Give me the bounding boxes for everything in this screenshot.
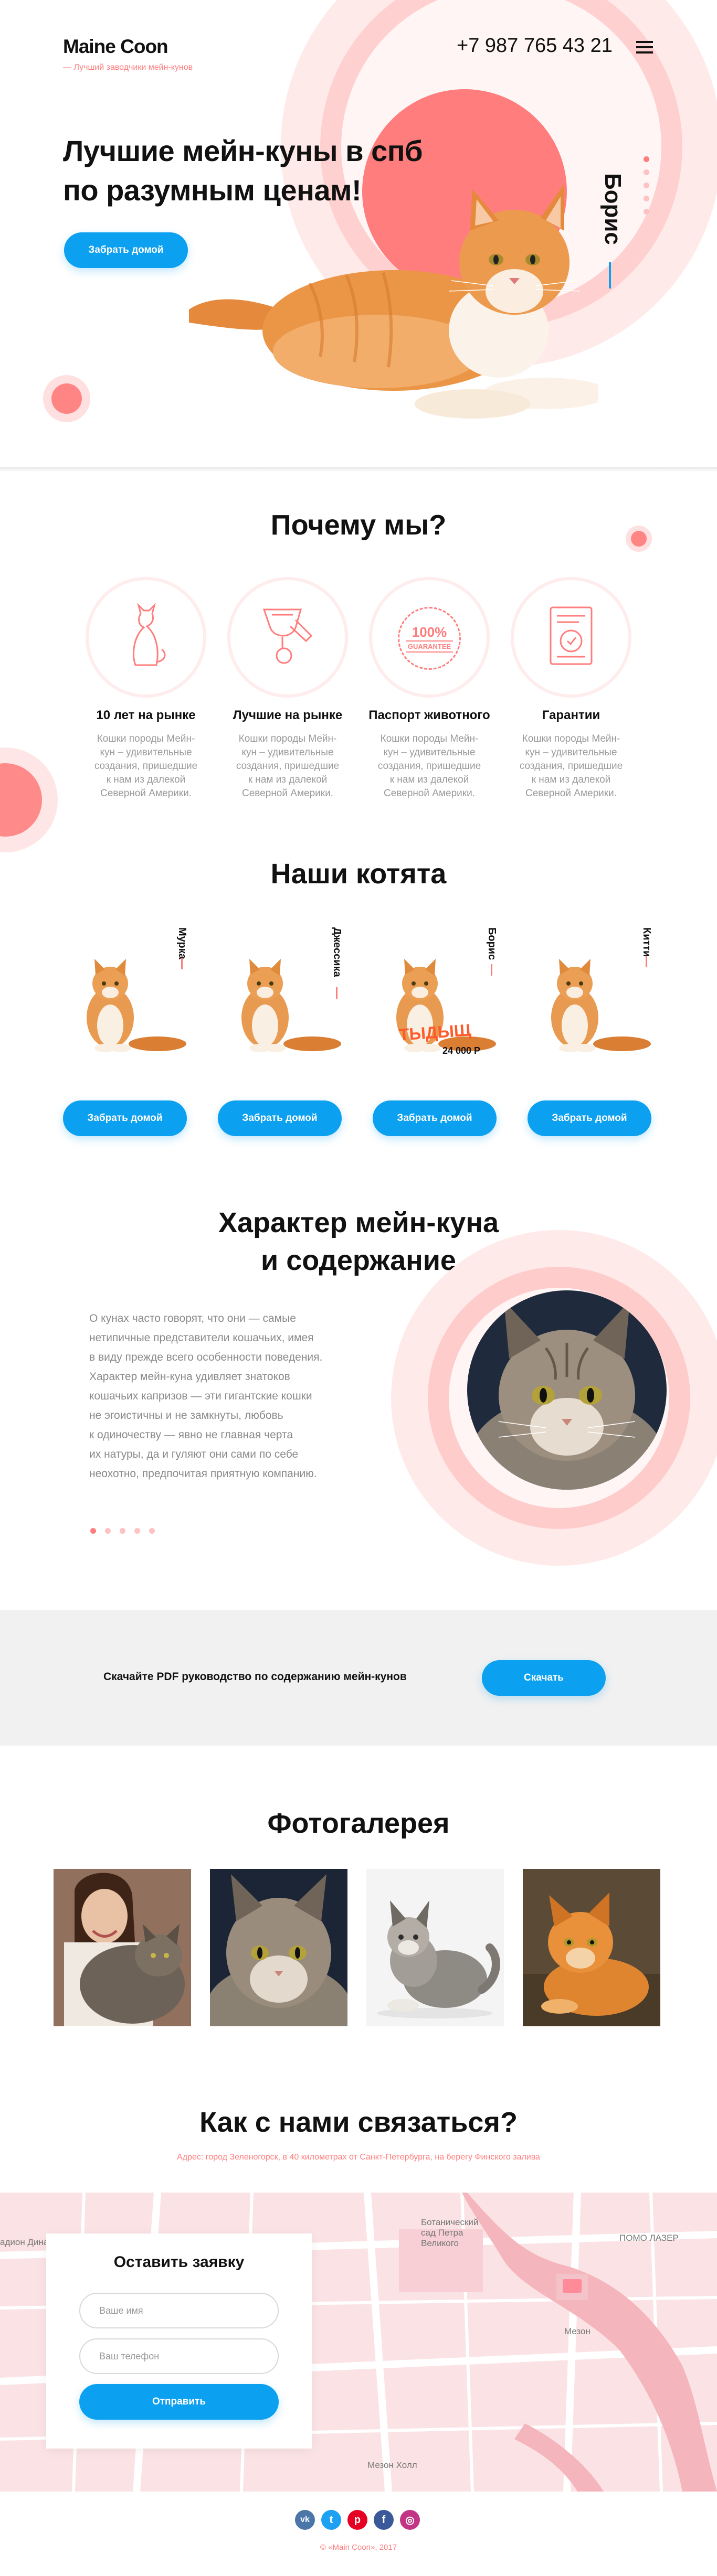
page: Maine Coon — Лучший заводчики мейн-кунов… [0, 0, 717, 2576]
feature-title: Паспорт животного [368, 708, 490, 722]
vk-icon[interactable]: vk [295, 2510, 315, 2530]
kitten-name: Борис [486, 927, 498, 960]
cat-icon [133, 603, 166, 666]
hamburger-icon[interactable] [636, 41, 653, 54]
feature-text: Кошки породы Мейн-кун – удивительные созд… [236, 733, 340, 799]
hero-cat-name-dash [609, 262, 611, 288]
hero-take-home-button[interactable]: Забрать домой [64, 232, 188, 268]
stamp-word: GUARANTEE [405, 640, 454, 653]
hero-cat-image [189, 184, 598, 419]
request-form: Оставить заявку Ваше имя Ваш телефон Отп… [46, 2233, 312, 2449]
form-title: Оставить заявку [113, 2253, 245, 2271]
character-slider-dot[interactable] [149, 1528, 155, 1534]
feature-title: Гарантии [542, 708, 600, 722]
hero-slider-dot[interactable] [644, 169, 649, 175]
character-slider-dot[interactable] [105, 1528, 111, 1534]
why-decor-circle-inner [631, 531, 647, 547]
pinterest-icon[interactable]: p [347, 2510, 367, 2530]
pdf-banner: Скачайте PDF руководство по содержанию м… [0, 1610, 717, 1746]
kitten-price: 24 000 Р [442, 1045, 481, 1056]
gallery-photo-tabby-portrait[interactable] [210, 1869, 347, 2026]
pdf-download-button[interactable]: Скачать [482, 1660, 606, 1696]
contact-title: Как с нами связаться? [199, 2107, 518, 2138]
feature-title: 10 лет на рынке [96, 708, 196, 722]
submit-button[interactable]: Отправить [79, 2384, 279, 2420]
kitten-name: Джессика [331, 927, 343, 977]
hero-small-circle-inner [51, 383, 82, 414]
hero-slider-dot[interactable] [644, 156, 649, 162]
feature-text: Кошки породы Мейн-кун – удивительные созд… [519, 733, 623, 799]
character-slider-dot[interactable] [134, 1528, 140, 1534]
logo[interactable]: Maine Coon [63, 36, 168, 58]
gallery-photo-grey-kitten[interactable] [366, 1869, 504, 2026]
map-label-dino: адион Дина [0, 2237, 49, 2247]
feature-text: Кошки породы Мейн-кун – удивительные созд… [94, 733, 198, 799]
pdf-banner-text: Скачайте PDF руководство по содержанию м… [103, 1671, 407, 1683]
logo-tagline: — Лучший заводчики мейн-кунов [63, 63, 193, 72]
character-slider-dot[interactable] [120, 1528, 125, 1534]
hero-slider-dots [644, 156, 649, 215]
gallery-title: Фотогалерея [267, 1808, 450, 1839]
map-label-garden: Ботанический сад Петра Великого [421, 2217, 479, 2248]
kittens-title: Наши котята [270, 858, 447, 890]
certificate-icon [550, 606, 593, 665]
hero-headline-line1: Лучшие мейн-куны в спб [63, 134, 423, 167]
character-title-line1: Характер мейн-куна [218, 1207, 499, 1238]
kitten-take-home-button[interactable]: Забрать домой [373, 1100, 497, 1136]
feature-title: Лучшие на рынке [233, 708, 343, 722]
copyright: © «Main Coon», 2017 [320, 2543, 397, 2552]
kitten-image [551, 959, 651, 1052]
name-input[interactable]: Ваше имя [79, 2293, 279, 2328]
kitten-image [87, 959, 186, 1052]
contact-address: Адрес: город Зеленогорск, в 40 километра… [177, 2153, 540, 2162]
section-divider [0, 467, 717, 472]
map-label-mezon: Мезон [564, 2326, 591, 2336]
phone-number[interactable]: +7 987 765 43 21 [457, 35, 613, 57]
stamp-percent: 100% [412, 624, 447, 640]
kitten-name: Мурка [176, 927, 188, 959]
kitten-name-dash [336, 987, 338, 999]
instagram-icon[interactable]: ◎ [400, 2510, 420, 2530]
character-slider-dots [90, 1528, 155, 1534]
kitten-name-dash [646, 956, 647, 967]
twitter-icon[interactable]: t [321, 2510, 341, 2530]
map-label-lazer: ПОМО ЛАЗЕР [619, 2233, 679, 2243]
gallery-photo-woman-with-cat[interactable] [54, 1869, 191, 2026]
kitten-image [241, 959, 341, 1052]
kitten-take-home-button[interactable]: Забрать домой [218, 1100, 342, 1136]
guarantee-stamp-icon: 100% GUARANTEE [398, 607, 461, 670]
phone-input[interactable]: Ваш телефон [79, 2338, 279, 2374]
kitten-name: Китти [641, 927, 652, 957]
kitten-name-dash [181, 958, 183, 969]
kitten-take-home-button[interactable]: Забрать домой [528, 1100, 651, 1136]
character-text: О кунах часто говорят, что они — самые н… [89, 1312, 323, 1480]
hero-slider-dot[interactable] [644, 196, 649, 201]
map-label-mezon-hall: Мезон Холл [367, 2460, 417, 2470]
character-slider-dot[interactable] [90, 1528, 96, 1534]
trophy-icon [262, 608, 313, 664]
character-cat-photo [467, 1290, 667, 1490]
kitten-name-dash [491, 964, 492, 976]
hero-cat-name: Борис [600, 173, 626, 245]
feature-text: Кошки породы Мейн-кун – удивительные созд… [377, 733, 481, 799]
hero-slider-dot[interactable] [644, 209, 649, 215]
kitten-take-home-button[interactable]: Забрать домой [63, 1100, 187, 1136]
facebook-icon[interactable]: f [374, 2510, 394, 2530]
why-title: Почему мы? [270, 509, 447, 541]
hero-slider-dot[interactable] [644, 183, 649, 188]
gallery-photo-orange-kitten[interactable] [523, 1869, 660, 2026]
